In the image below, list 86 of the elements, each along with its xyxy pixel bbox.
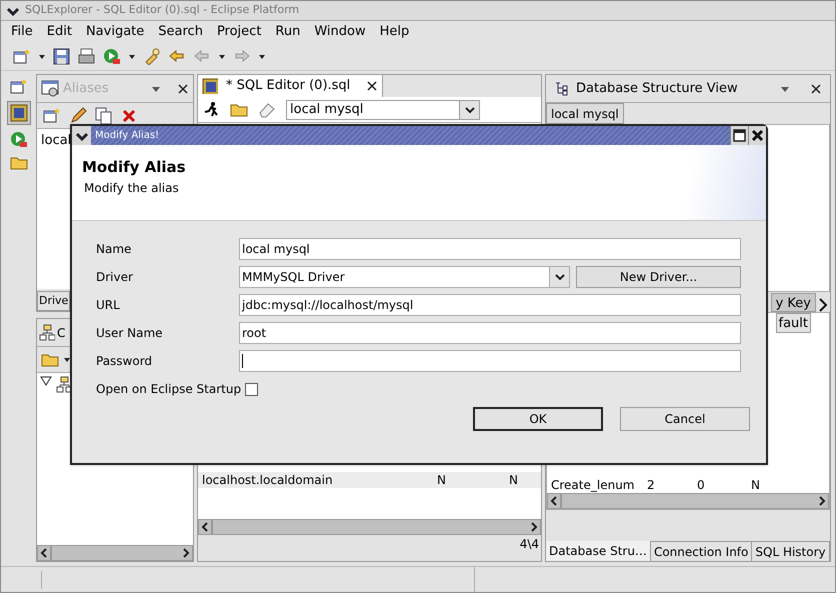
input-field[interactable]: jdbc:mysql://localhost/mysql (239, 294, 741, 316)
copy-icon[interactable] (95, 106, 113, 124)
field-label: Open on Eclipse Startup (96, 381, 242, 398)
structure-icon (554, 81, 568, 96)
scroll-thumb[interactable] (211, 520, 213, 534)
view-title: Database Structure View (576, 80, 739, 98)
close-icon[interactable] (810, 82, 822, 94)
view-title: Aliases (63, 80, 110, 98)
table-cell-text: 2 (647, 477, 656, 494)
ok-button[interactable]: OK (473, 407, 603, 431)
caret-icon[interactable] (38, 52, 46, 60)
connection-tab[interactable]: local mysql (546, 103, 624, 124)
view-menu-icon[interactable] (151, 84, 161, 92)
view-menu-icon[interactable] (780, 84, 790, 92)
tree-icon (39, 324, 55, 341)
maximize-icon[interactable] (732, 128, 747, 143)
new-wizard-icon[interactable] (13, 48, 31, 65)
database-icon (202, 78, 218, 94)
caret-icon[interactable] (63, 356, 71, 364)
caret-icon[interactable] (218, 52, 226, 60)
close-icon[interactable] (366, 80, 378, 92)
cancel-button[interactable]: Cancel (620, 407, 750, 431)
connection-dropdown[interactable]: local mysql (286, 100, 480, 120)
menu-item[interactable]: Navigate (80, 22, 150, 42)
detail-tab[interactable]: y Key (770, 293, 816, 312)
save-icon[interactable] (53, 48, 71, 65)
menu-item[interactable]: Help (374, 22, 416, 42)
menu-item[interactable]: Edit (40, 22, 78, 42)
view-tab[interactable]: Drive (37, 291, 70, 311)
input-field[interactable]: local mysql (239, 238, 741, 260)
run-icon[interactable] (103, 48, 121, 65)
new-alias-icon[interactable] (43, 107, 61, 124)
input-field[interactable]: root (239, 322, 741, 344)
tab-label: * SQL Editor (0).sql (226, 77, 350, 96)
close-icon[interactable] (750, 128, 765, 143)
field-label: User Name (96, 325, 164, 342)
print-icon[interactable] (78, 48, 96, 65)
view-tab[interactable]: SQL History (752, 541, 830, 561)
table-cell-text: 0 (697, 477, 706, 494)
new-driver-button[interactable]: New Driver... (576, 266, 741, 288)
new-view-icon[interactable] (10, 78, 28, 95)
field-label: Driver (96, 269, 134, 286)
field-label: Name (96, 241, 132, 258)
perspective-button[interactable] (7, 101, 31, 125)
checkbox[interactable] (245, 382, 258, 396)
menu-item[interactable]: Window (308, 22, 372, 42)
dialog-description: Modify the alias (83, 180, 180, 196)
runner-icon[interactable] (203, 101, 220, 118)
delete-icon[interactable] (121, 108, 137, 124)
caret-icon[interactable] (128, 52, 136, 60)
eraser-icon[interactable] (258, 101, 276, 118)
tab-scroll-right-icon[interactable] (818, 298, 828, 312)
password-field[interactable] (239, 350, 741, 372)
dialog-heading: Modify Alias (82, 157, 187, 178)
menu-item[interactable]: Run (269, 22, 306, 42)
horizontal-scrollbar[interactable] (37, 545, 193, 561)
caret-icon[interactable] (258, 52, 266, 60)
expand-triangle-icon[interactable] (40, 376, 52, 386)
row-count: 4\4 (520, 536, 539, 553)
table-cell-text: localhost.localdomain (202, 472, 334, 489)
view-tab[interactable]: Database Stru… (546, 541, 651, 561)
menu-item[interactable]: File (5, 22, 39, 42)
horizontal-scrollbar[interactable] (198, 519, 541, 535)
scroll-thumb[interactable] (50, 546, 52, 560)
field-label: Password (96, 353, 154, 370)
table-cell-text: Create_lenum (551, 477, 636, 494)
horizontal-scrollbar[interactable] (547, 493, 829, 509)
view-tab[interactable]: Connection Info (650, 541, 752, 561)
dialog-title: Modify Alias! (94, 129, 160, 143)
database-icon (10, 104, 28, 122)
editor-tab[interactable]: * SQL Editor (0).sql (198, 75, 384, 97)
menu-item[interactable]: Search (152, 22, 209, 42)
table-cell-text: N (509, 472, 519, 489)
back-arrow-icon[interactable] (168, 48, 186, 65)
window-title: SQLExplorer - SQL Editor (0).sql - Eclipse Platform (25, 2, 300, 18)
table-cell-text: N (437, 472, 447, 489)
view-title: C (57, 324, 66, 342)
table-cell-text: N (751, 477, 761, 494)
close-icon[interactable] (177, 82, 189, 94)
menu-item[interactable]: Project (210, 22, 268, 42)
scroll-thumb[interactable] (560, 494, 562, 508)
column-header[interactable]: fault (776, 313, 811, 333)
key-icon[interactable] (143, 48, 161, 65)
view-icon (41, 80, 59, 97)
driver-dropdown[interactable]: MMMySQL Driver (239, 266, 570, 288)
field-label: URL (96, 297, 121, 314)
